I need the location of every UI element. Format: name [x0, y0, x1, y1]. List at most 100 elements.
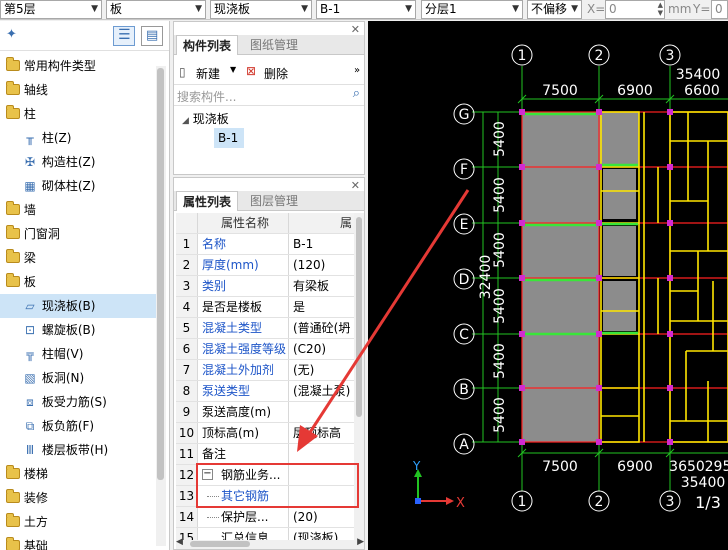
- folder-icon: [6, 81, 20, 95]
- cad-drawing-canvas[interactable]: 1 2 3 1 2 3 G F E D C B A 35400 7500 690…: [368, 21, 728, 550]
- row-value[interactable]: (无): [290, 360, 354, 380]
- component-group[interactable]: ◢ 现浇板: [182, 110, 229, 130]
- tree-item-constructional-column[interactable]: ✠ 构造柱(Z): [0, 150, 158, 174]
- floor-select[interactable]: 第5层 ▼: [0, 0, 102, 19]
- chevron-down-icon: ▼: [571, 4, 578, 14]
- header-num: [176, 213, 198, 233]
- folder-icon: [6, 57, 20, 71]
- tree-item-slab-rebar[interactable]: ⧈ 板受力筋(S): [0, 390, 158, 414]
- expand-icon[interactable]: ◢: [182, 116, 189, 126]
- tree-item-stairs[interactable]: 楼梯: [0, 462, 158, 486]
- tree-item-foundation[interactable]: 基础: [0, 534, 158, 550]
- tree-item-slab-group[interactable]: 板: [0, 270, 158, 294]
- property-row[interactable]: 7 混凝土外加剂 (无): [176, 360, 354, 381]
- spinner-icon[interactable]: ▲ ▼: [658, 1, 663, 17]
- axis-label-bottom: 2: [595, 494, 604, 510]
- tree-label: 常用构件类型: [23, 59, 96, 73]
- tree-item-column[interactable]: ╥ 柱(Z): [0, 126, 158, 150]
- new-button[interactable]: 新建: [196, 65, 220, 82]
- tab-component-list[interactable]: 构件列表: [176, 35, 239, 55]
- row-value[interactable]: (C20): [290, 339, 354, 359]
- more-icon[interactable]: »: [354, 65, 360, 76]
- row-value[interactable]: 是: [290, 297, 354, 317]
- scrollbar-thumb[interactable]: [190, 541, 250, 547]
- search-icon[interactable]: ⌕: [353, 86, 360, 101]
- property-row[interactable]: 3 类别 有梁板: [176, 276, 354, 297]
- scrollbar-thumb[interactable]: [356, 217, 362, 417]
- row-value[interactable]: (120): [290, 255, 354, 275]
- row-value[interactable]: (混凝土泵): [290, 381, 354, 401]
- offset-select[interactable]: 不偏移 ▼: [527, 0, 582, 19]
- scrollbar-thumb[interactable]: [157, 68, 164, 480]
- search-box[interactable]: 搜索构件... ⌕: [174, 86, 364, 106]
- tree-item-masonry-column[interactable]: ▦ 砌体柱(Z): [0, 174, 158, 198]
- x-input[interactable]: 0 ▲ ▼: [605, 0, 665, 19]
- tree-item-common[interactable]: 常用构件类型: [0, 54, 158, 78]
- property-row[interactable]: 9 泵送高度(m): [176, 402, 354, 423]
- property-row[interactable]: 14 保护层... (20): [176, 507, 354, 528]
- tree-item-beam[interactable]: 梁: [0, 246, 158, 270]
- scroll-left-icon[interactable]: ◀: [176, 537, 183, 547]
- tree-item-column-cap[interactable]: ╦ 柱帽(V): [0, 342, 158, 366]
- tree-label: 门窗洞: [23, 227, 60, 241]
- axis-label-left: G: [459, 107, 470, 123]
- tree-item-cast-slab[interactable]: ▱ 现浇板(B): [0, 294, 158, 318]
- property-row[interactable]: 11 备注: [176, 444, 354, 465]
- row-value[interactable]: [290, 402, 354, 422]
- tree-item-wall[interactable]: 墙: [0, 198, 158, 222]
- column-cap-icon: ╦: [26, 347, 34, 361]
- folder-icon: [6, 537, 20, 550]
- sparkle-icon[interactable]: ✦: [6, 27, 17, 42]
- tree-item-slab-band[interactable]: Ⅲ 楼层板带(H): [0, 438, 158, 462]
- tab-drawing-manage[interactable]: 图纸管理: [244, 35, 304, 55]
- row-num: 1: [176, 234, 198, 254]
- row-value[interactable]: 有梁板: [290, 276, 354, 296]
- slab-region: [522, 112, 599, 442]
- chevron-down-icon[interactable]: ▼: [230, 65, 236, 74]
- tree-item-negative-rebar[interactable]: ⧉ 板负筋(F): [0, 414, 158, 438]
- property-row[interactable]: 5 混凝土类型 (普通砼(坍: [176, 318, 354, 339]
- row-value[interactable]: (普通砼(坍: [290, 318, 354, 338]
- property-hscrollbar[interactable]: ◀ ▶: [176, 537, 364, 549]
- property-row[interactable]: 8 泵送类型 (混凝土泵): [176, 381, 354, 402]
- bottom-dim: 6900: [617, 459, 653, 475]
- slab-region: [603, 226, 636, 276]
- tab-layer-manage[interactable]: 图层管理: [244, 191, 304, 211]
- property-row[interactable]: 10 顶标高(m) 层顶标高: [176, 423, 354, 444]
- property-row[interactable]: 6 混凝土强度等级 (C20): [176, 339, 354, 360]
- tree-item-spiral-slab[interactable]: ⊡ 螺旋板(B): [0, 318, 158, 342]
- property-row[interactable]: 2 厚度(mm) (120): [176, 255, 354, 276]
- tree-scrollbar[interactable]: [156, 66, 166, 546]
- layer-value: 分层1: [425, 2, 457, 16]
- row-name: 混凝土强度等级: [199, 339, 289, 359]
- tree-item-decoration[interactable]: 装修: [0, 486, 158, 510]
- row-value[interactable]: (20): [290, 507, 354, 527]
- cast-slab-icon: ▱: [25, 299, 35, 313]
- y-input[interactable]: 0: [711, 0, 728, 19]
- property-row[interactable]: 1 名称 B-1: [176, 234, 354, 255]
- list-icon: ☰: [118, 27, 131, 43]
- row-value[interactable]: B-1: [290, 234, 354, 254]
- row-value[interactable]: [290, 444, 354, 464]
- scroll-right-icon[interactable]: ▶: [357, 537, 364, 547]
- property-row[interactable]: 4 是否是楼板是: [176, 297, 354, 318]
- tree-item-earthwork[interactable]: 土方: [0, 510, 158, 534]
- delete-button[interactable]: 删除: [264, 65, 288, 82]
- type-select[interactable]: 现浇板 ▼: [210, 0, 312, 19]
- tab-property-list[interactable]: 属性列表: [176, 191, 239, 211]
- tree-item-axis[interactable]: 轴线: [0, 78, 158, 102]
- layer-select[interactable]: 分层1 ▼: [421, 0, 523, 19]
- left-dim: 5400: [492, 121, 508, 157]
- row-value[interactable]: 层顶标高: [290, 423, 354, 443]
- component-select[interactable]: B-1 ▼: [316, 0, 416, 19]
- component-toolbar: ▯ 新建 ▼ ⊠ 删除 »: [174, 59, 364, 85]
- category-select[interactable]: 板 ▼: [106, 0, 206, 19]
- tree-item-slab-hole[interactable]: ▧ 板洞(N): [0, 366, 158, 390]
- list-view-button[interactable]: ☰: [113, 26, 135, 46]
- detail-view-button[interactable]: ▤: [141, 26, 163, 46]
- tree-item-openings[interactable]: 门窗洞: [0, 222, 158, 246]
- search-input[interactable]: 搜索构件...: [177, 88, 236, 105]
- tree-label: 现浇板(B): [41, 299, 96, 313]
- tree-item-column-group[interactable]: 柱: [0, 102, 158, 126]
- component-item-b1[interactable]: B-1: [214, 128, 244, 148]
